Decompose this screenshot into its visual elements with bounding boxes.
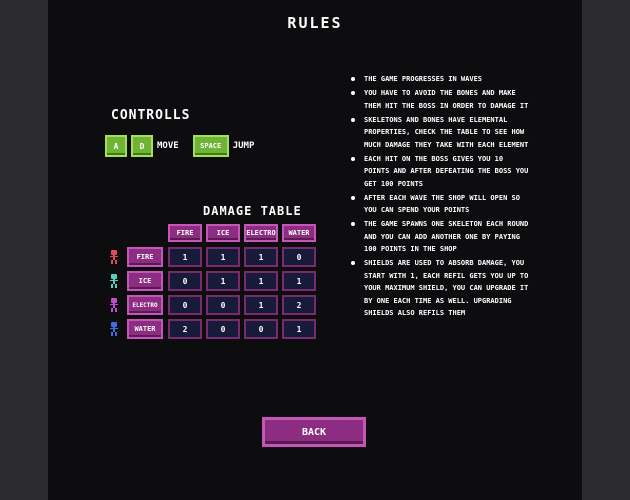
page-title: RULES <box>287 14 343 32</box>
jump-label: JUMP <box>232 141 255 151</box>
back-button[interactable]: BACK <box>262 417 366 447</box>
damage-table-title: DAMAGE TABLE <box>203 204 302 218</box>
damage-cell: 1 <box>168 247 202 267</box>
right-side-panel <box>582 0 630 500</box>
column-header: ICE <box>206 224 240 242</box>
skeleton-icon <box>110 250 118 264</box>
damage-cell: 0 <box>282 247 316 267</box>
rule-item: After each wave the shop will open so yo… <box>350 192 530 217</box>
damage-cell: 2 <box>282 295 316 315</box>
damage-cell: 0 <box>244 319 278 339</box>
skeleton-icon <box>110 274 118 288</box>
key-d: D <box>131 135 153 157</box>
damage-cell: 0 <box>206 295 240 315</box>
key-a: A <box>105 135 127 157</box>
rule-item: The game spawns one skeleton each round … <box>350 218 530 256</box>
skeleton-icon <box>110 298 118 312</box>
row-label: ICE <box>127 271 163 291</box>
damage-cell: 0 <box>168 295 202 315</box>
controls-row: A D MOVE SPACE JUMP <box>105 134 268 158</box>
damage-cell: 0 <box>206 319 240 339</box>
column-header: ELECTRO <box>244 224 278 242</box>
damage-cell: 0 <box>168 271 202 291</box>
damage-cell: 1 <box>244 271 278 291</box>
key-space: SPACE <box>192 135 229 157</box>
damage-cell: 1 <box>244 295 278 315</box>
damage-cell: 1 <box>282 319 316 339</box>
rules-screen: RULES CONTROLLS A D MOVE SPACE JUMP DAMA… <box>48 0 582 500</box>
move-label: MOVE <box>157 141 179 151</box>
rule-item: Shields are used to absorb damage, you s… <box>350 257 530 320</box>
rule-item: Each hit on the boss gives you 10 points… <box>350 153 530 191</box>
row-label: ELECTRO <box>127 295 163 315</box>
left-side-panel <box>0 0 48 500</box>
row-label: FIRE <box>127 247 163 267</box>
damage-cell: 1 <box>206 271 240 291</box>
column-header: FIRE <box>168 224 202 242</box>
rules-list: The game progresses in waves You have to … <box>350 73 530 321</box>
rule-item: Skeletons and bones have elemental prope… <box>350 114 530 152</box>
damage-cell: 1 <box>244 247 278 267</box>
skeleton-icon <box>110 322 118 336</box>
controls-title: CONTROLLS <box>111 108 191 123</box>
damage-cell: 2 <box>168 319 202 339</box>
rule-item: You have to avoid the bones and make the… <box>350 87 530 112</box>
damage-cell: 1 <box>282 271 316 291</box>
row-label: WATER <box>127 319 163 339</box>
damage-cell: 1 <box>206 247 240 267</box>
rule-item: The game progresses in waves <box>350 73 530 86</box>
column-header: WATER <box>282 224 316 242</box>
